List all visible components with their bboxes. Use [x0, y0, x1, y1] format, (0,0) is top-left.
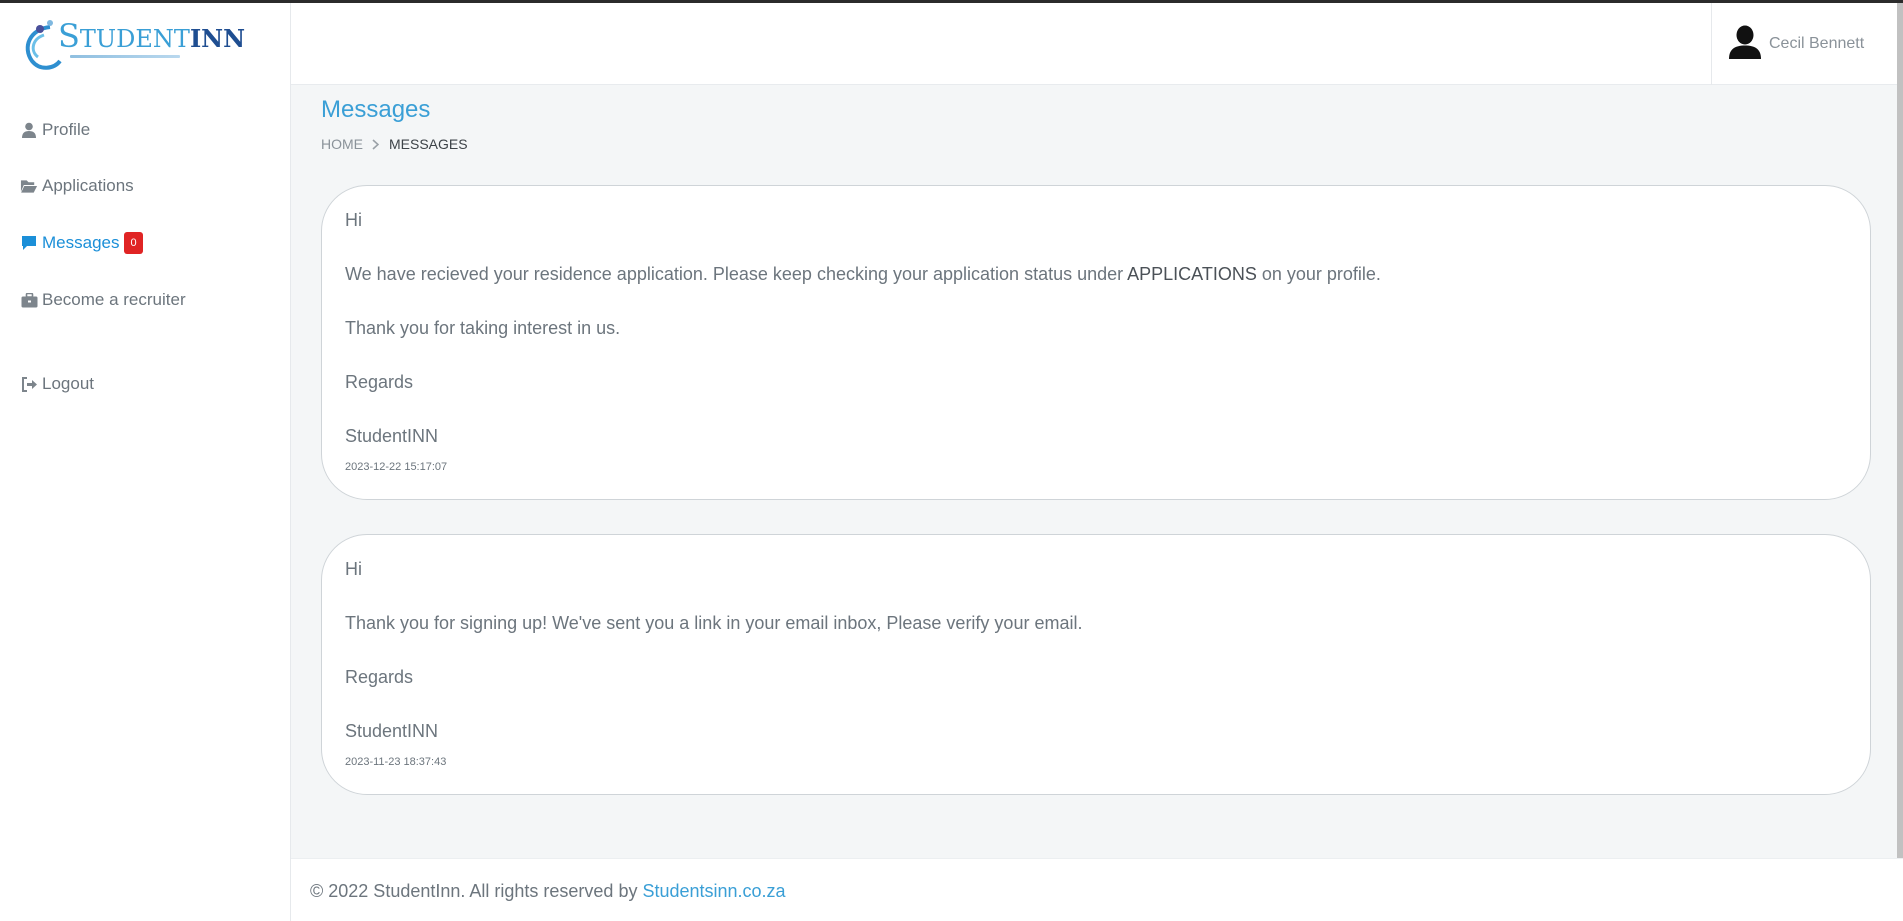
- user-name: Cecil Bennett: [1769, 35, 1865, 52]
- sidebar-item-label: Become a recruiter: [42, 290, 186, 309]
- footer-website-link[interactable]: Studentsinn.co.za: [642, 881, 785, 901]
- breadcrumb-current: MESSAGES: [389, 136, 468, 152]
- top-header: Cecil Bennett: [291, 3, 1903, 85]
- message-greeting: Hi: [345, 210, 362, 230]
- sidebar-item-label: Logout: [42, 374, 94, 393]
- message-body: We have recieved your residence applicat…: [345, 264, 1381, 284]
- message-regards: Regards: [345, 372, 414, 392]
- sidebar-item-become-recruiter[interactable]: Become a recruiter: [20, 286, 186, 314]
- message-body: Thank you for signing up! We've sent you…: [345, 613, 1083, 633]
- user-icon: [20, 121, 38, 139]
- message-thanks: Thank you for taking interest in us.: [345, 318, 621, 338]
- breadcrumb: HOME MESSAGES: [321, 136, 468, 152]
- chevron-right-icon: [372, 138, 379, 150]
- unread-count-badge: 0: [124, 232, 143, 254]
- message-body-emphasis: APPLICATIONS: [1127, 264, 1257, 284]
- logo-tagline: [70, 55, 180, 58]
- sidebar-item-messages[interactable]: Messages 0: [20, 229, 143, 257]
- sidebar-item-profile[interactable]: Profile: [20, 116, 90, 144]
- sign-out-icon: [20, 375, 38, 393]
- sidebar-item-label: Profile: [42, 120, 91, 139]
- briefcase-icon: [20, 291, 38, 309]
- footer-copyright: © 2022 StudentInn. All rights reserved b…: [310, 881, 786, 901]
- sidebar-item-logout[interactable]: Logout: [20, 370, 94, 398]
- user-menu[interactable]: Cecil Bennett: [1711, 3, 1903, 85]
- studentinn-logo[interactable]: STUDENTINN: [20, 17, 245, 77]
- message-greeting: Hi: [345, 559, 362, 579]
- comment-icon: [20, 234, 38, 252]
- breadcrumb-home-link[interactable]: HOME: [321, 136, 363, 152]
- folder-open-icon: [20, 177, 38, 195]
- message-card: Hi We have recieved your residence appli…: [321, 185, 1871, 500]
- sidebar-item-applications[interactable]: Applications: [20, 172, 134, 200]
- page-title: Messages: [321, 96, 431, 123]
- message-timestamp: 2023-12-22 15:17:07: [345, 461, 448, 473]
- message-signature: StudentINN: [345, 426, 439, 446]
- footer: © 2022 StudentInn. All rights reserved b…: [291, 858, 1903, 921]
- logo-wordmark: STUDENTINN: [58, 17, 246, 55]
- sidebar: STUDENTINN Profile Applications Messages…: [0, 3, 291, 921]
- sidebar-item-label: Messages: [42, 233, 120, 252]
- message-signature: StudentINN: [345, 721, 439, 741]
- message-regards: Regards: [345, 667, 414, 687]
- avatar-icon: [1729, 25, 1761, 64]
- message-card: Hi Thank you for signing up! We've sent …: [321, 534, 1871, 795]
- sidebar-item-label: Applications: [42, 176, 134, 195]
- message-timestamp: 2023-11-23 18:37:43: [345, 756, 447, 768]
- page-scrollbar[interactable]: [1897, 3, 1903, 921]
